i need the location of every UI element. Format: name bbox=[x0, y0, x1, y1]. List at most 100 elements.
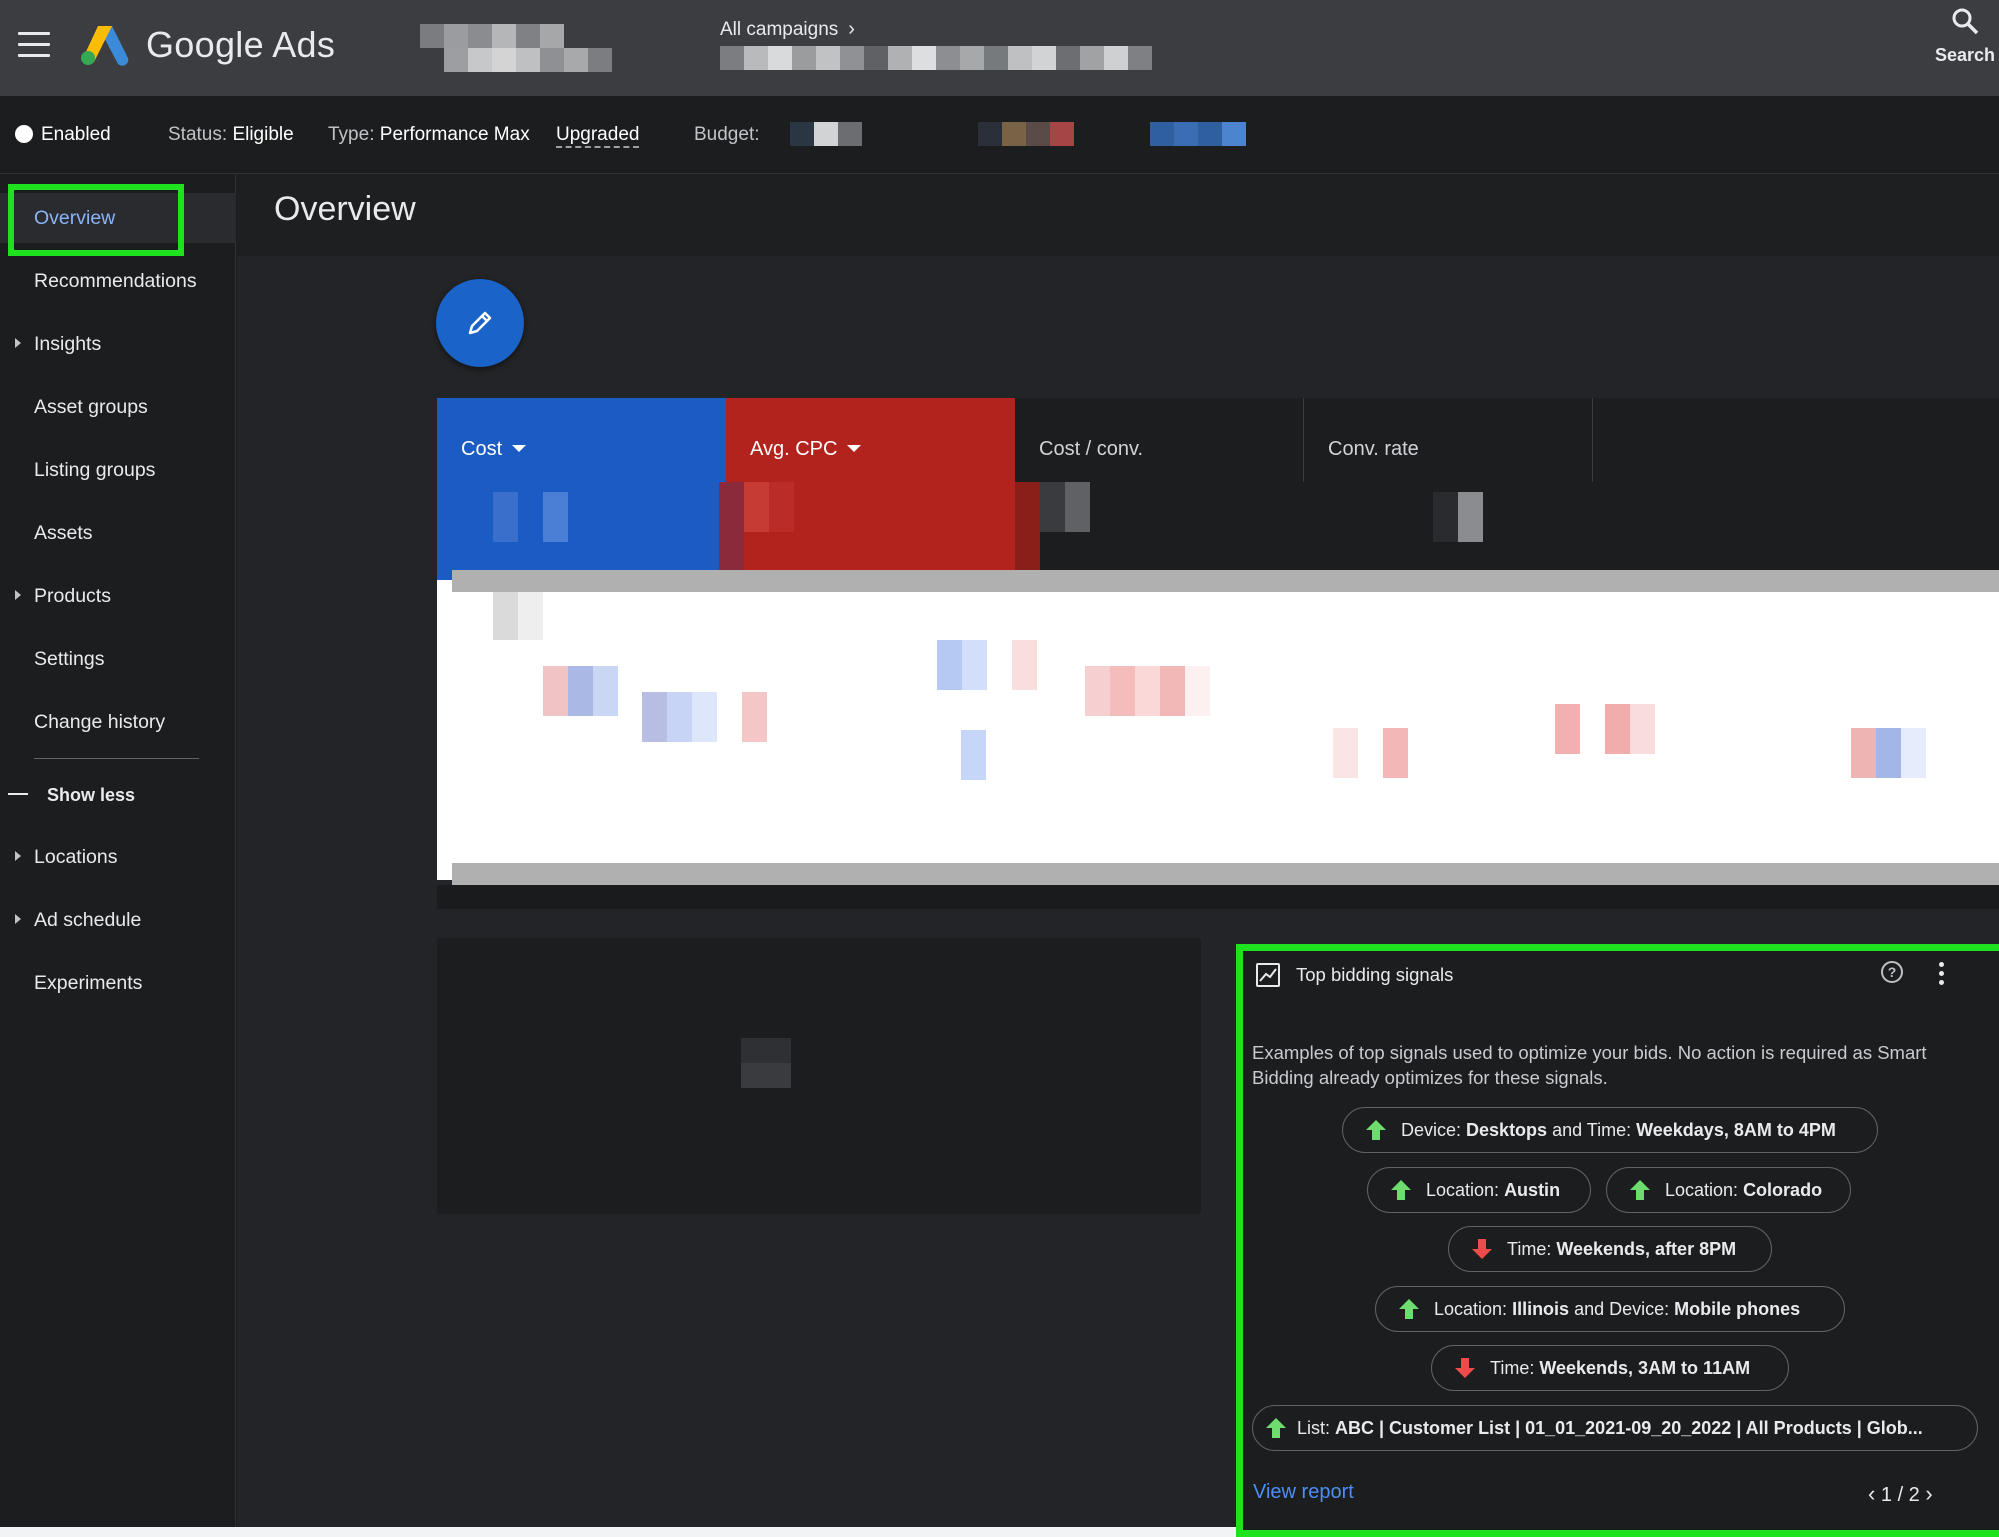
sidebar-item-products[interactable]: Products bbox=[0, 571, 236, 621]
sidebar-item-label: Experiments bbox=[34, 972, 143, 994]
blurred-chart-line-5 bbox=[1085, 666, 1210, 716]
page-title-bar bbox=[237, 174, 1999, 256]
metric-avg-cpc-label[interactable]: Avg. CPC bbox=[750, 438, 862, 461]
sidebar-item-label: Change history bbox=[34, 711, 166, 733]
caret-right-icon bbox=[15, 338, 21, 348]
more-vert-icon[interactable] bbox=[1939, 962, 1947, 990]
sidebar-item-ad-schedule[interactable]: Ad schedule bbox=[0, 895, 236, 945]
blurred-chart-line-3 bbox=[937, 640, 1037, 690]
metric-cost[interactable]: Cost bbox=[437, 398, 726, 580]
page-title: Overview bbox=[274, 190, 416, 228]
signal-chip: Location: Illinois and Device: Mobile ph… bbox=[1375, 1286, 1845, 1332]
signal-value-2: Mobile phones bbox=[1674, 1299, 1801, 1319]
signal-key: Time: bbox=[1507, 1239, 1557, 1259]
chart-top-band bbox=[452, 570, 1999, 592]
sidebar-item-insights[interactable]: Insights bbox=[0, 319, 236, 369]
signal-value-2: Weekdays, 8AM to 4PM bbox=[1636, 1120, 1836, 1140]
sidebar-item-locations[interactable]: Locations bbox=[0, 832, 236, 882]
chevron-right-icon[interactable]: › bbox=[1925, 1481, 1932, 1507]
show-less-label: Show less bbox=[47, 785, 136, 805]
signal-chip: Device: Desktops and Time: Weekdays, 8AM… bbox=[1342, 1107, 1878, 1153]
metric-conv-rate[interactable]: Conv. rate bbox=[1304, 398, 1593, 482]
blurred-chart-line-2 bbox=[642, 692, 767, 742]
metric-label: Cost / conv. bbox=[1039, 438, 1144, 460]
sidebar-item-settings[interactable]: Settings bbox=[0, 634, 236, 684]
edit-button[interactable] bbox=[436, 279, 524, 367]
signal-key-2: and Device: bbox=[1569, 1299, 1675, 1319]
campaign-type: Type: Performance Max bbox=[328, 124, 530, 146]
chart-footer bbox=[437, 885, 1999, 909]
view-report-link[interactable]: View report bbox=[1253, 1481, 1354, 1504]
sidebar-item-assets[interactable]: Assets bbox=[0, 508, 236, 558]
metric-cost-label[interactable]: Cost bbox=[461, 438, 527, 461]
insight-card-placeholder bbox=[437, 938, 1201, 1214]
caret-right-icon bbox=[15, 590, 21, 600]
blurred-card-content-2 bbox=[741, 1063, 791, 1088]
upgraded-link[interactable]: Upgraded bbox=[556, 124, 640, 148]
sidebar-item-recommendations[interactable]: Recommendations bbox=[0, 256, 236, 306]
dropdown-arrow-icon bbox=[847, 445, 862, 452]
sidebar-item-label: Listing groups bbox=[34, 459, 156, 481]
status-key: Status: bbox=[168, 124, 228, 145]
search-button[interactable]: Search bbox=[1930, 6, 1999, 66]
blurred-card-content bbox=[741, 1038, 791, 1063]
signal-value: Illinois bbox=[1512, 1299, 1570, 1319]
signal-value: Weekends, after 8PM bbox=[1556, 1239, 1737, 1259]
signal-value: Weekends, 3AM to 11AM bbox=[1539, 1358, 1751, 1378]
performance-chart bbox=[437, 580, 1999, 880]
blurred-account-id bbox=[444, 48, 612, 72]
enabled-status[interactable]: Enabled bbox=[15, 124, 111, 146]
breadcrumb-all-campaigns[interactable]: All campaigns bbox=[720, 19, 838, 40]
sidebar-item-label: Assets bbox=[34, 522, 93, 544]
signal-chip: Time: Weekends, 3AM to 11AM bbox=[1431, 1345, 1789, 1391]
signal-chip: List: ABC | Customer List | 01_01_2021-0… bbox=[1252, 1405, 1978, 1451]
signal-key: List: bbox=[1297, 1418, 1336, 1438]
card-description: Examples of top signals used to optimize… bbox=[1252, 1042, 1927, 1088]
sidebar-item-listing-groups[interactable]: Listing groups bbox=[0, 445, 236, 495]
show-less-button[interactable]: Show less bbox=[0, 770, 236, 820]
signal-key: Location: bbox=[1434, 1299, 1513, 1319]
type-key: Type: bbox=[328, 124, 375, 145]
sidebar-item-label: Settings bbox=[34, 648, 105, 670]
budget-key: Budget: bbox=[694, 124, 760, 145]
caret-right-icon bbox=[15, 914, 21, 924]
blurred-chart-line-8 bbox=[1851, 728, 1926, 778]
blurred-chart-axis bbox=[493, 590, 543, 640]
signal-key-2: and Time: bbox=[1547, 1120, 1637, 1140]
metric-label: Conv. rate bbox=[1328, 438, 1419, 460]
signal-value: Austin bbox=[1504, 1180, 1561, 1200]
signal-value: Desktops bbox=[1466, 1120, 1548, 1140]
sidebar-item-asset-groups[interactable]: Asset groups bbox=[0, 382, 236, 432]
page-indicator: 1 / 2 bbox=[1880, 1484, 1920, 1506]
blurred-campaign-name bbox=[720, 46, 1152, 70]
sidebar-item-label: Asset groups bbox=[34, 396, 148, 418]
signal-value: ABC | Customer List | 01_01_2021-09_20_2… bbox=[1335, 1418, 1923, 1438]
upgraded-label[interactable]: Upgraded bbox=[556, 124, 640, 148]
sidebar-item-label: Products bbox=[34, 585, 111, 607]
enabled-dot-icon bbox=[15, 125, 33, 143]
status-value: Eligible bbox=[232, 124, 294, 145]
breadcrumb[interactable]: All campaigns › bbox=[720, 18, 855, 41]
metric-cost-per-conv[interactable]: Cost / conv. bbox=[1015, 398, 1304, 482]
sidebar-item-label: Recommendations bbox=[34, 270, 197, 292]
google-ads-logo bbox=[81, 26, 129, 66]
signal-value: Colorado bbox=[1743, 1180, 1823, 1200]
pencil-icon bbox=[468, 311, 492, 335]
sidebar-item-label: Locations bbox=[34, 846, 118, 868]
eligibility-status: Status: Eligible bbox=[168, 124, 294, 146]
chevron-right-icon: › bbox=[848, 18, 855, 40]
signal-key: Device: bbox=[1401, 1120, 1467, 1140]
sidebar-item-change-history[interactable]: Change history bbox=[0, 697, 236, 747]
sidebar-item-experiments[interactable]: Experiments bbox=[0, 958, 236, 1008]
blurred-budget-value bbox=[790, 122, 862, 146]
caret-right-icon bbox=[15, 851, 21, 861]
chevron-left-icon[interactable]: ‹ bbox=[1868, 1481, 1875, 1507]
blurred-budget-badge bbox=[1150, 122, 1246, 146]
metric-label: Cost bbox=[461, 438, 503, 460]
menu-icon[interactable] bbox=[18, 32, 50, 60]
arrow-down-icon bbox=[1455, 1358, 1475, 1378]
signal-chip: Time: Weekends, after 8PM bbox=[1448, 1226, 1772, 1272]
metric-label: Avg. CPC bbox=[750, 438, 838, 460]
help-icon[interactable]: ? bbox=[1881, 961, 1903, 983]
sidebar-item-label: Ad schedule bbox=[34, 909, 142, 931]
